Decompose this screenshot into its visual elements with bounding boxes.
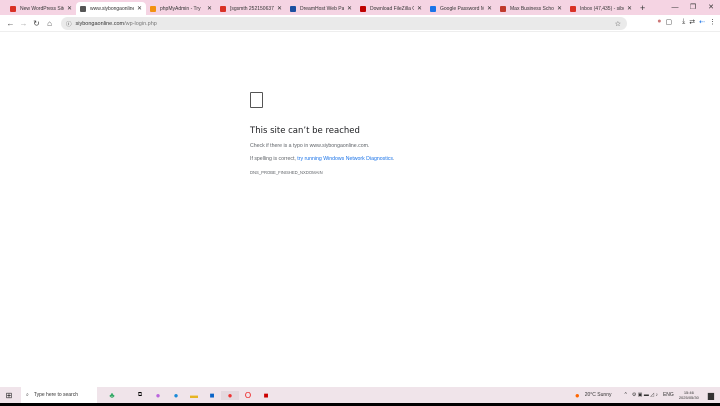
tab[interactable]: phpMyAdmin - Try ✕ [146,2,216,15]
close-tab-icon[interactable]: ✕ [207,5,212,12]
search-icon: ⌕ [26,392,29,398]
close-tab-icon[interactable]: ✕ [417,5,422,12]
tab-title: New WordPress Site - [20,5,64,12]
hint-suffix: . [393,156,395,162]
site-info-icon[interactable]: ⓘ [66,20,72,28]
tab[interactable]: Google Password Ma ✕ [426,2,496,15]
download-icon[interactable]: ⤓ [682,18,685,26]
back-button[interactable]: ← [4,19,17,28]
tab-title: [sgsmth 252150637] [230,5,274,12]
school-icon [500,5,506,12]
gmail-icon [220,5,226,12]
outlook-icon[interactable]: ■ [203,391,221,400]
tray-overflow-icon[interactable]: ^ [625,392,627,398]
tab[interactable]: www.siybongaonline.c✕ [76,2,146,15]
search-placeholder: Type here to search [33,392,79,398]
close-tab-icon[interactable]: ✕ [347,5,352,12]
filezilla-icon [360,5,366,12]
tray-icons[interactable]: ⚙ ▣ ▬ ◿ ♪ [632,392,658,398]
edge-icon[interactable]: ● [167,391,185,400]
window-controls: — ❐ ✕ [666,0,720,15]
tab-title: Max Business School [510,5,554,12]
filezilla-icon[interactable]: ■ [257,391,275,400]
tab-title: Inbox (47,435) - sibo [580,5,624,12]
tab-strip: New WordPress Site -✕www.siybongaonline.… [0,0,720,15]
phpmyadmin-icon [150,5,156,12]
taskbar-search[interactable]: ⌕ Type here to search [21,387,97,403]
close-tab-icon[interactable]: ✕ [627,5,632,12]
sad-document-icon [250,92,263,108]
copilot-icon[interactable]: ● [149,391,167,400]
url-host: siybongaonline.com [75,20,125,27]
close-window-button[interactable]: ✕ [702,0,720,15]
gmail-icon [570,5,576,12]
tab-title: phpMyAdmin - Try [160,5,201,12]
reload-button[interactable]: ↻ [30,19,43,28]
translate-icon[interactable]: ⇄ [689,18,695,26]
address-bar[interactable]: ⓘ siybongaonline.com/wp-login.php ☆ [61,17,627,30]
close-tab-icon[interactable]: ✕ [137,5,142,12]
error-code: DNS_PROBE_FINISHED_NXDOMAIN [250,170,323,175]
extensions-puzzle-icon[interactable]: ▢ [666,18,673,26]
error-page: This site can’t be reached Check if ther… [250,92,394,175]
profile-icon[interactable]: ⇠ [699,18,705,26]
error-diagnostics-hint: If spelling is correct, try running Wind… [250,156,394,162]
tab-title: Download FileZilla Cl [370,5,414,12]
extension-icon[interactable]: ● [657,18,661,26]
new-tab-button[interactable]: + [640,3,645,13]
date: 2025/05/30 [678,395,699,400]
toolbar: ← → ↻ ⌂ ⓘ siybongaonline.com/wp-login.ph… [0,15,720,32]
opera-icon[interactable]: O [239,391,257,400]
error-typo-hint: Check if there is a typo in www.siybonga… [250,143,370,149]
language-indicator[interactable]: ENG [663,392,674,398]
system-tray: ● 20°C Sunny ^ ⚙ ▣ ▬ ◿ ♪ ENG 15:46 2025/0… [575,387,720,403]
weather-icon[interactable]: ● [575,391,580,400]
hint-prefix: If spelling is correct, [250,156,298,162]
key-icon [430,5,436,12]
tab[interactable]: Max Business School ✕ [496,2,566,15]
close-tab-icon[interactable]: ✕ [557,5,562,12]
tab[interactable]: DreamHost Web Pan ✕ [286,2,356,15]
globe-icon [80,5,86,12]
close-tab-icon[interactable]: ✕ [277,5,282,12]
tab-title: Google Password Ma [440,5,484,12]
bookmark-star-icon[interactable]: ☆ [615,20,621,28]
gmail-icon [10,5,16,12]
close-tab-icon[interactable]: ✕ [67,5,72,12]
windows-start-icon[interactable]: ⊞ [0,391,18,400]
home-button[interactable]: ⌂ [43,19,56,28]
error-title: This site can’t be reached [250,126,360,136]
chrome-icon[interactable]: ● [221,390,239,400]
menu-icon[interactable]: ⋮ [709,18,716,26]
url-path: /wp-login.php [124,20,157,27]
minimize-button[interactable]: — [666,0,684,15]
file-explorer-icon[interactable]: ▬ [185,391,203,400]
weather-text[interactable]: 20°C Sunny [585,392,612,398]
tab[interactable]: Download FileZilla Cl ✕ [356,2,426,15]
tab-title: DreamHost Web Pan [300,5,344,12]
taskbar: ⊞ ⌕ Type here to search ♣ ⧉ ● ● ▬ ■ ● O ■… [0,387,720,403]
restore-button[interactable]: ❐ [684,0,702,15]
search-highlight-icon[interactable]: ♣ [97,391,127,400]
tab[interactable]: Inbox (47,435) - sibo ✕ [566,2,636,15]
clock[interactable]: 15:46 2025/05/30 [679,390,699,400]
notifications-icon[interactable]: ▆ [708,391,714,400]
task-view-icon[interactable]: ⧉ [131,392,149,399]
diagnostics-link[interactable]: try running Windows Network Diagnostics [297,156,393,162]
tab[interactable]: [sgsmth 252150637] ✕ [216,2,286,15]
close-tab-icon[interactable]: ✕ [487,5,492,12]
forward-button[interactable]: → [17,19,30,28]
dreamhost-icon [290,5,296,12]
tab-title: www.siybongaonline.c [90,5,134,12]
tab[interactable]: New WordPress Site -✕ [6,2,76,15]
